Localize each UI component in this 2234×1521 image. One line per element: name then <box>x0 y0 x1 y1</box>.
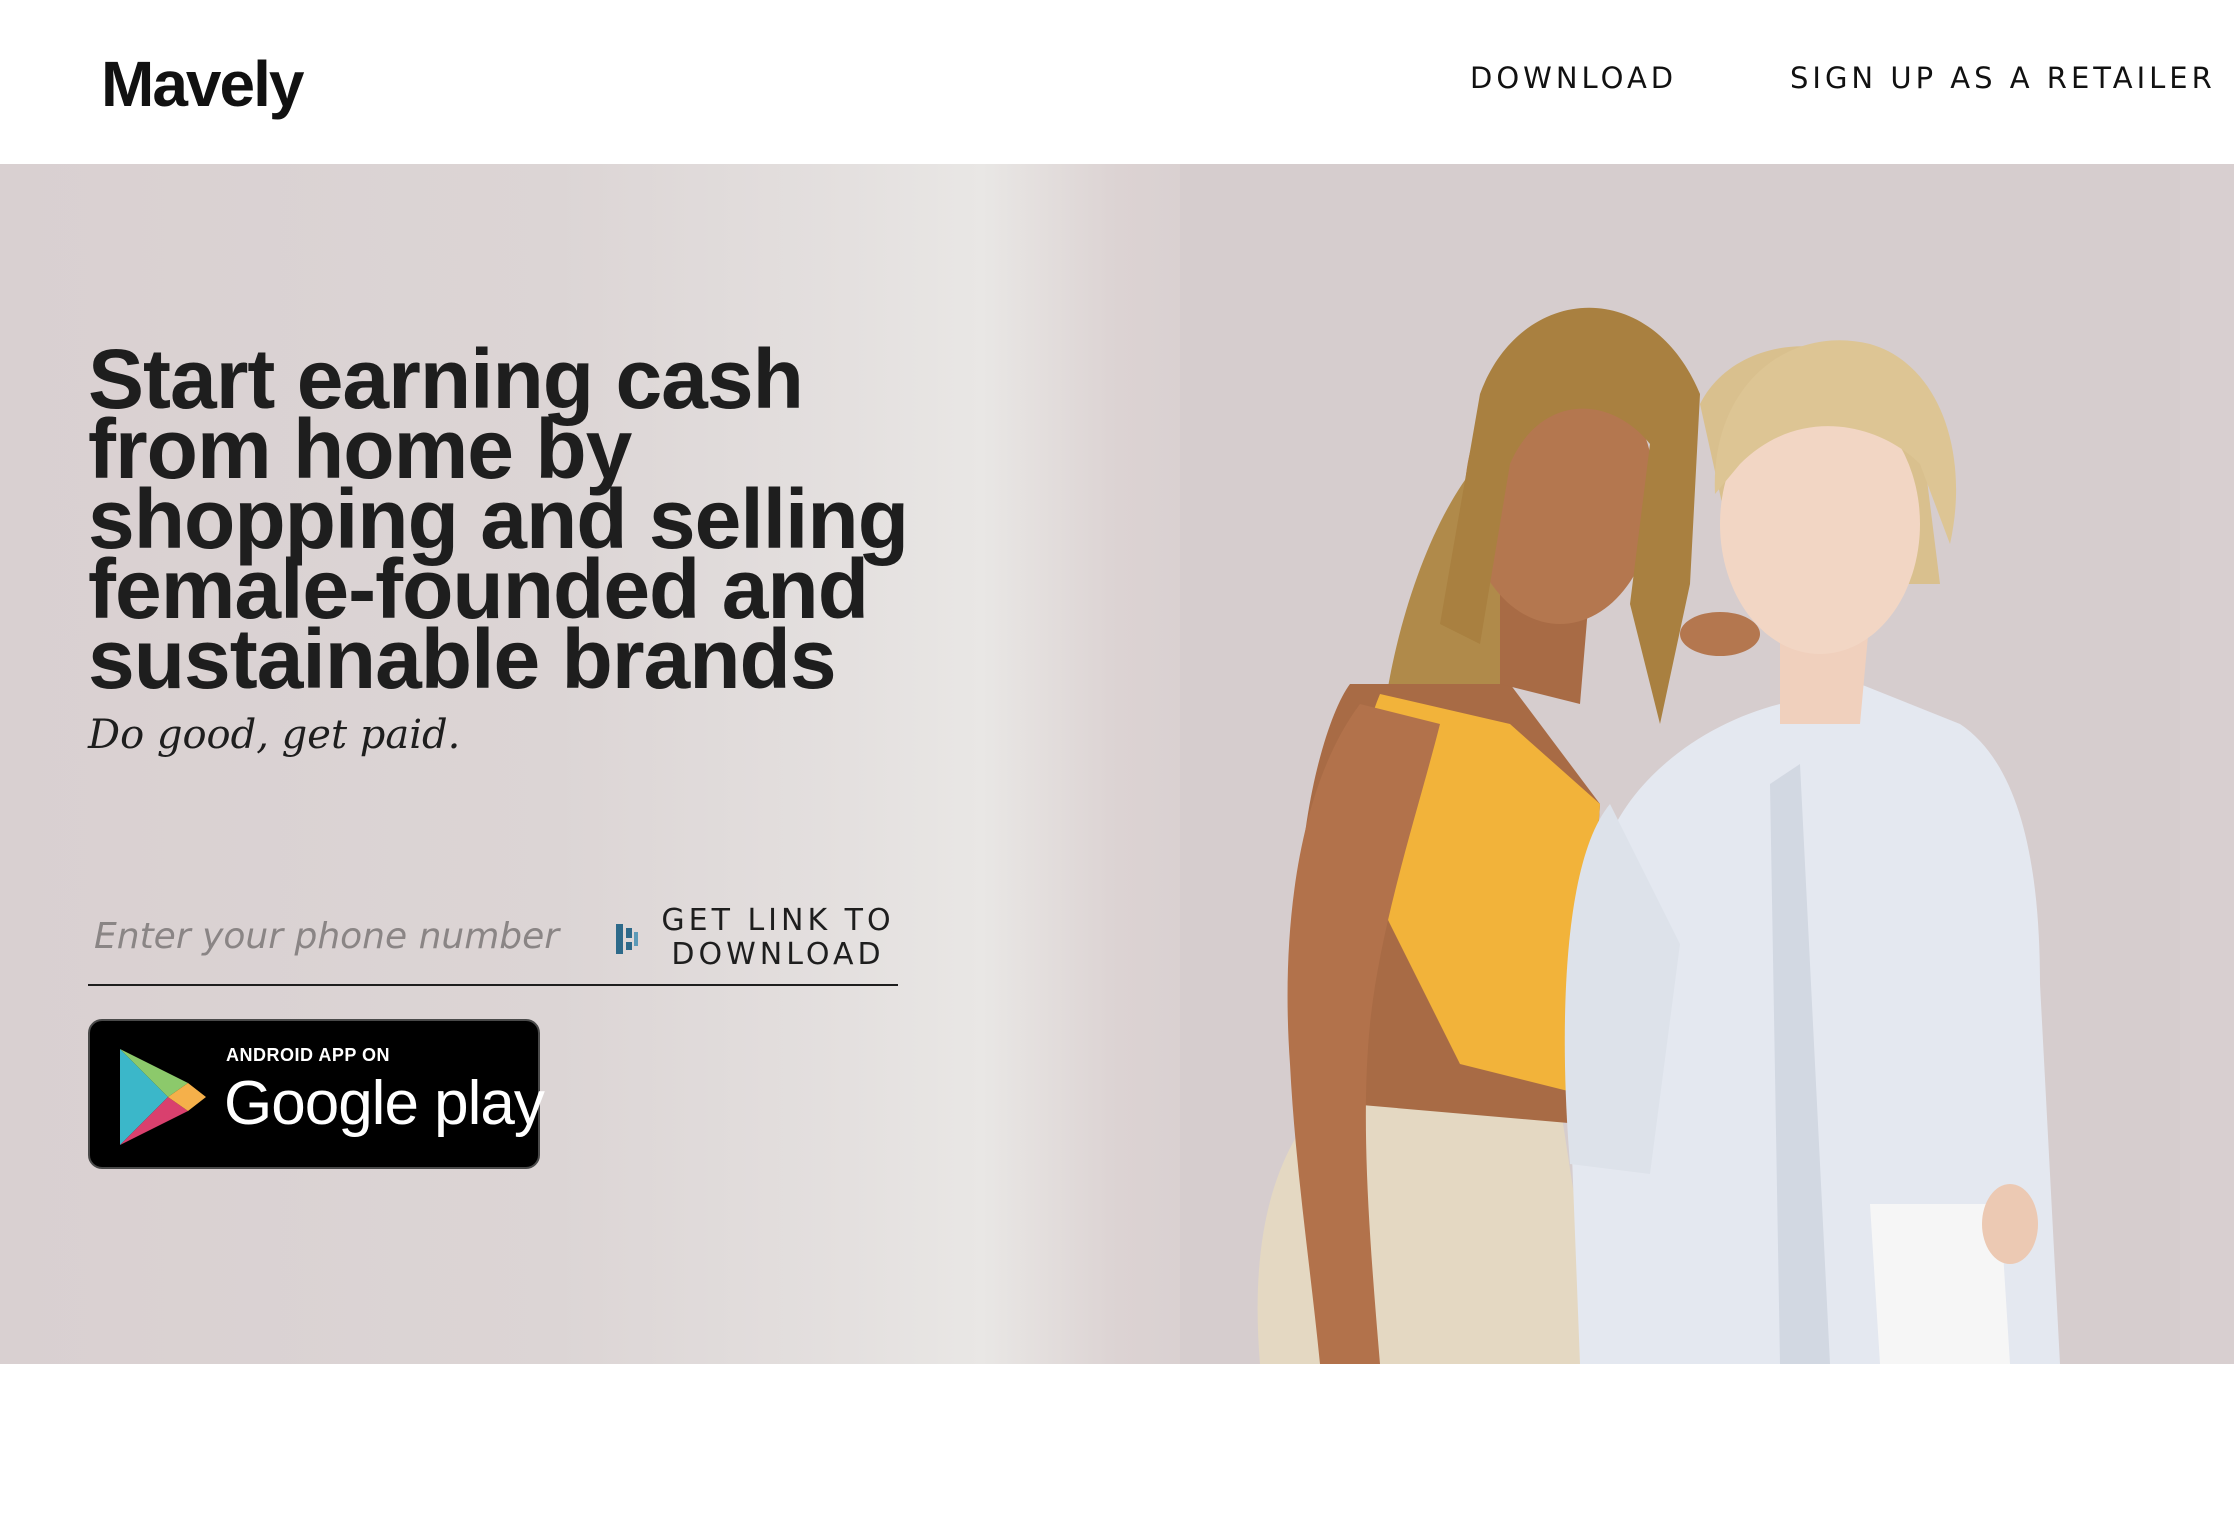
phone-number-input[interactable] <box>94 906 614 966</box>
hero-section: Start earning cash from home by shopping… <box>0 164 2234 1364</box>
get-link-button[interactable]: GET LINK TO DOWNLOAD <box>658 904 898 972</box>
hero-photo <box>1180 164 2180 1364</box>
nav-download-link[interactable]: DOWNLOAD <box>1470 58 1677 98</box>
google-play-badge[interactable]: ANDROID APP ON Google play <box>88 1019 545 1169</box>
hero-headline: Start earning cash from home by shopping… <box>88 332 909 706</box>
badge-big-text: Google play <box>224 1069 545 1138</box>
google-play-triangle-icon <box>120 1049 206 1145</box>
site-header: Mavely DOWNLOAD SIGN UP AS A RETAILER <box>0 0 2234 164</box>
flag-icon <box>616 924 638 954</box>
phone-form: GET LINK TO DOWNLOAD <box>88 894 898 986</box>
mavely-logo[interactable]: Mavely <box>101 44 304 124</box>
hero-tagline: Do good, get paid. <box>88 712 461 758</box>
badge-small-text: ANDROID APP ON <box>226 1045 391 1065</box>
nav-retailer-signup-link[interactable]: SIGN UP AS A RETAILER <box>1790 58 2216 98</box>
